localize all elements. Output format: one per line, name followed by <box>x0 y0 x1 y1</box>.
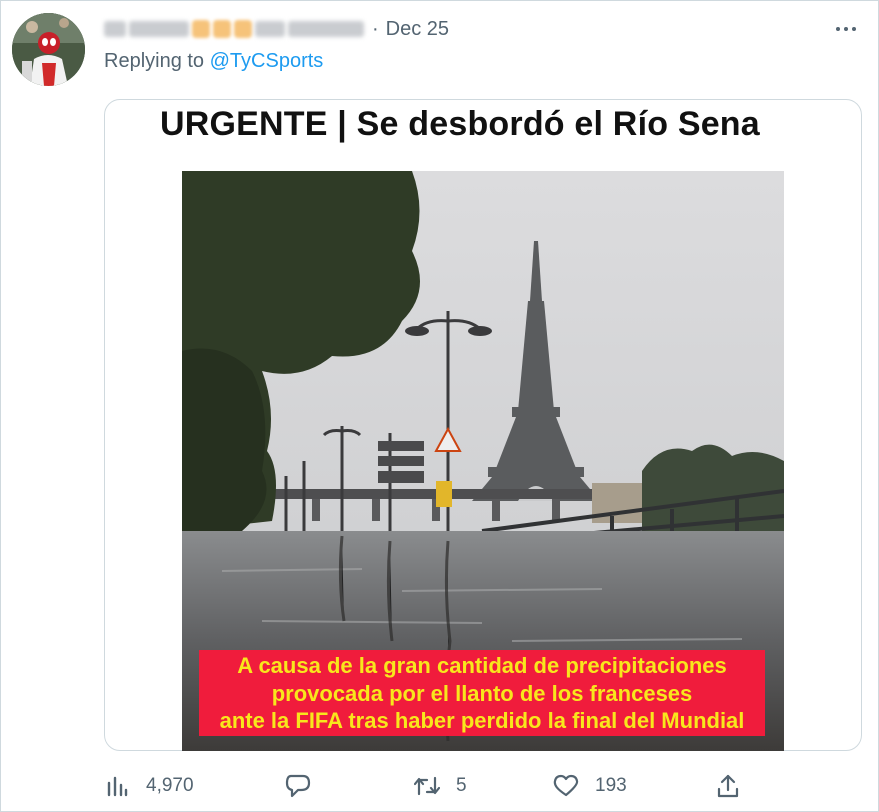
tweet-action-bar: 4,970 5 193 <box>0 766 879 806</box>
more-options-icon[interactable] <box>836 24 862 34</box>
media-headline: URGENTE | Se desbordó el Río Sena <box>160 105 760 143</box>
like-button[interactable]: 193 <box>553 766 627 806</box>
retweet-button[interactable]: 5 <box>414 766 467 806</box>
author-name-redacted[interactable] <box>104 20 364 38</box>
heart-icon <box>553 773 579 799</box>
avatar-image <box>12 13 85 86</box>
views-count: 4,970 <box>146 775 194 796</box>
caption-line-3: ante la FIFA tras haber perdido la final… <box>219 708 745 733</box>
share-icon <box>715 773 741 799</box>
replying-handle-link[interactable]: @TyCSports <box>210 50 324 72</box>
caption-box: A causa de la gran cantidad de precipita… <box>199 650 765 736</box>
replying-to: Replying to @TyCSports <box>104 50 323 73</box>
avatar[interactable] <box>12 13 85 86</box>
tweet-header: · Dec 25 <box>104 16 449 42</box>
caption-line-1: A causa de la gran cantidad de precipita… <box>237 653 727 678</box>
tweet-date[interactable]: Dec 25 <box>386 18 449 41</box>
views-button[interactable]: 4,970 <box>104 766 194 806</box>
share-button[interactable] <box>715 766 741 806</box>
replying-prefix: Replying to <box>104 50 210 72</box>
caption-line-2: provocada por el llanto de los franceses <box>271 681 693 706</box>
reply-button[interactable] <box>285 766 327 806</box>
like-count: 193 <box>595 775 627 796</box>
analytics-icon <box>104 773 130 799</box>
retweet-icon <box>414 773 440 799</box>
reply-icon <box>285 773 311 799</box>
retweet-count: 5 <box>456 775 467 796</box>
header-separator: · <box>372 17 379 40</box>
